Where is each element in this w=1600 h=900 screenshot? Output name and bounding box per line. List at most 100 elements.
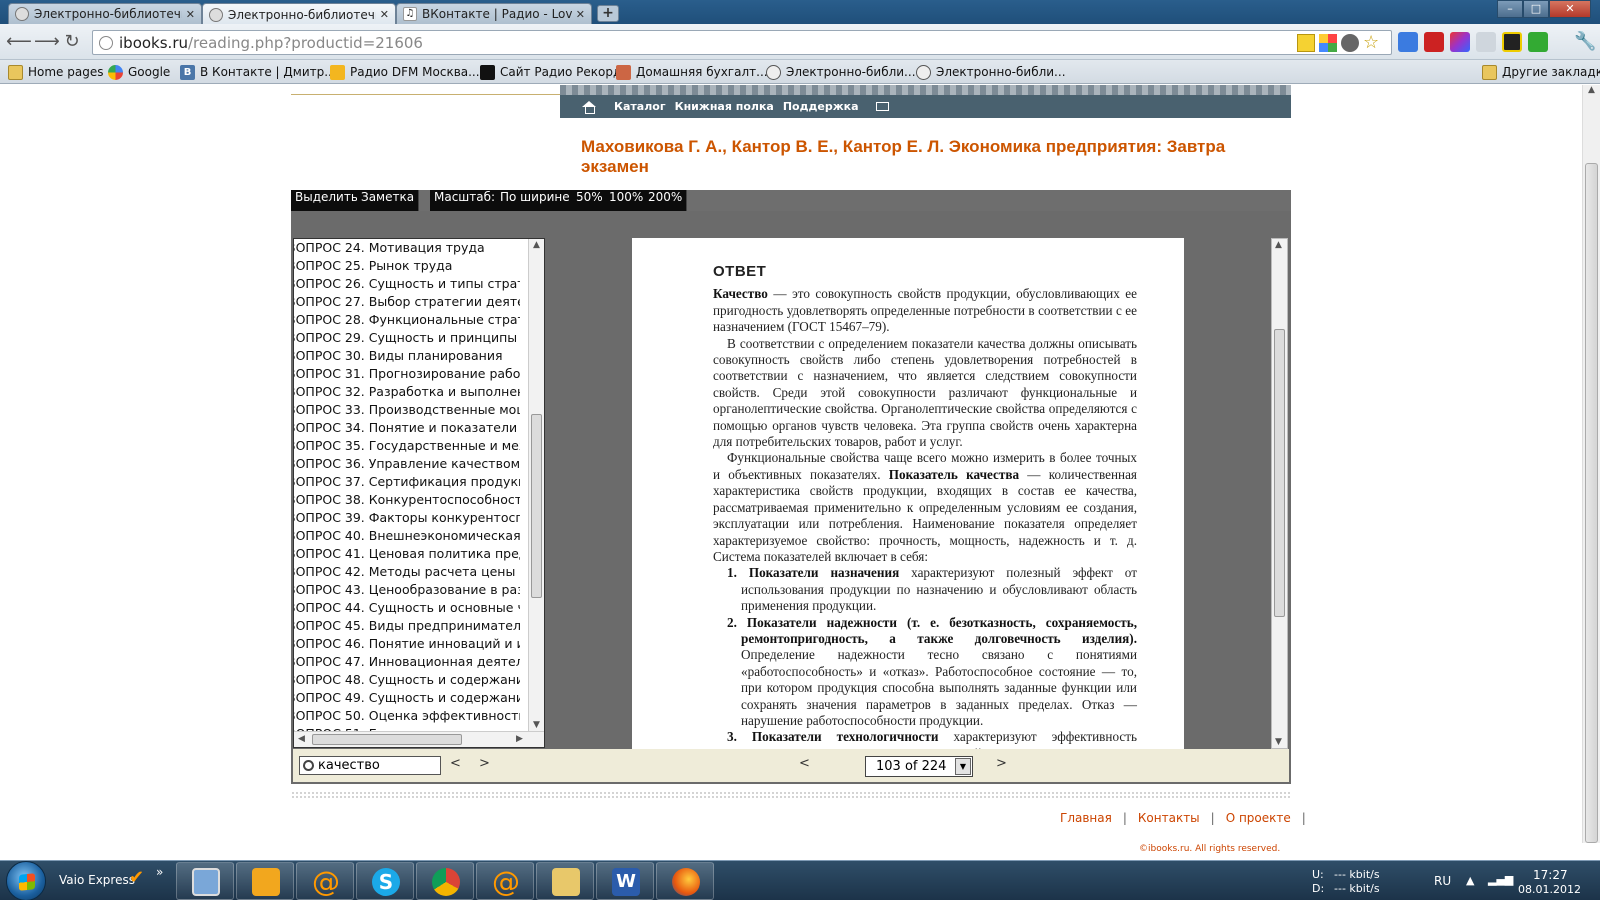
toc-item[interactable]: ВОПРОС 47. Инновационная деятельность (294, 653, 520, 671)
tab-ebs-2[interactable]: Электронно-библиотечна ✕ (202, 3, 396, 25)
scroll-up-icon[interactable]: ▲ (1275, 240, 1282, 250)
scroll-up-icon[interactable]: ▲ (533, 240, 540, 250)
minimize-button[interactable]: – (1497, 0, 1523, 18)
toolbar-more-button[interactable]: » (156, 865, 163, 879)
toc-item[interactable]: ВОПРОС 45. Виды предпринимательства (294, 617, 520, 635)
taskbar-firefox[interactable] (656, 862, 714, 900)
select-button[interactable]: Выделить (291, 190, 363, 211)
chevron-down-icon[interactable]: ▼ (955, 758, 971, 775)
toc-item[interactable]: ВОПРОС 46. Понятие инноваций и их (294, 635, 520, 653)
zoom-50[interactable]: 50% (572, 190, 608, 211)
footer-about-link[interactable]: О проекте (1226, 811, 1291, 825)
toc-item[interactable]: ВОПРОС 44. Сущность и основные черты (294, 599, 520, 617)
scroll-right-icon[interactable]: ▶ (516, 734, 523, 744)
toc-item[interactable]: ВОПРОС 48. Сущность и содержание (294, 671, 520, 689)
browser-scroll-thumb[interactable] (1585, 163, 1598, 843)
google-extension-icon[interactable] (1398, 32, 1418, 52)
toc-item[interactable]: ВОПРОС 42. Методы расчета цены (294, 563, 520, 581)
mail-icon[interactable] (875, 102, 889, 111)
colorful-extension-icon[interactable] (1450, 32, 1470, 52)
toc-item[interactable]: ВОПРОС 31. Прогнозирование работы (294, 365, 520, 383)
bookmark-google[interactable]: Google (108, 63, 170, 81)
footer-contacts-link[interactable]: Контакты (1138, 811, 1200, 825)
other-bookmarks[interactable]: Другие закладки (1482, 63, 1600, 81)
browser-vertical-scrollbar[interactable]: ▲ (1582, 85, 1600, 843)
tab-vk-radio[interactable]: ♫ ВКонтакте | Радио - Love ✕ (396, 3, 592, 24)
search-next-button[interactable]: > (479, 756, 490, 771)
signal-extension-icon[interactable] (1476, 32, 1496, 52)
toc-item[interactable]: ВОПРОС 24. Мотивация труда (294, 239, 520, 257)
toc-scroll-thumb[interactable] (531, 414, 542, 598)
toc-item[interactable]: ВОПРОС 37. Сертификация продукции (294, 473, 520, 491)
sticky-note-icon[interactable] (1297, 34, 1315, 52)
bookmark-ebs-1[interactable]: Электронно-библи... (766, 63, 916, 81)
close-window-button[interactable]: ✕ (1549, 0, 1591, 18)
toc-item[interactable]: ВОПРОС 40. Внешнеэкономическая деятельно… (294, 527, 520, 545)
forward-button[interactable]: ⟶ (34, 32, 60, 52)
toc-item[interactable]: ВОПРОС 25. Рынок труда (294, 257, 520, 275)
bookmark-dfm[interactable]: Радио DFM Москва... (330, 63, 480, 81)
page-selector[interactable]: 103 of 224 ▼ (865, 756, 973, 777)
home-icon[interactable] (582, 100, 596, 114)
toolbar-user-label[interactable]: Vaio Express (59, 873, 135, 887)
language-indicator[interactable]: RU (1434, 874, 1451, 888)
taskbar-chrome[interactable] (416, 862, 474, 900)
toc-item[interactable]: ВОПРОС 41. Ценовая политика предприятия (294, 545, 520, 563)
bookmark-vk[interactable]: BВ Контакте | Дмитр... (180, 63, 336, 81)
note-button[interactable]: Заметка (357, 190, 420, 211)
bookmark-home-accounting[interactable]: Домашняя бухгалт... (616, 63, 768, 81)
toc-vertical-scrollbar[interactable]: ▲ ▼ (528, 239, 544, 731)
page-info-icon[interactable] (99, 35, 113, 50)
lightbulb-icon[interactable] (1341, 34, 1359, 52)
nav-catalog[interactable]: Каталог (614, 100, 666, 113)
nav-support[interactable]: Поддержка (783, 100, 859, 113)
page-scrollbar[interactable]: ▲ ▼ (1271, 238, 1288, 749)
toc-item[interactable]: ВОПРОС 33. Производственные мощности (294, 401, 520, 419)
bookmark-extension-icon[interactable] (1424, 32, 1444, 52)
wrench-menu-icon[interactable]: 🔧 (1574, 32, 1596, 52)
scroll-down-icon[interactable]: ▼ (1275, 737, 1282, 747)
toc-item[interactable]: ВОПРОС 43. Ценообразование в различных (294, 581, 520, 599)
bookmark-record[interactable]: Сайт Радио Рекорд (480, 63, 621, 81)
mail-extension-icon[interactable] (1502, 32, 1522, 52)
zoom-fit-width[interactable]: По ширине (496, 190, 575, 211)
taskbar-mail-agent-2[interactable]: @ (476, 862, 534, 900)
tab-close-icon[interactable]: ✕ (186, 8, 195, 21)
taskbar-mail-agent[interactable]: @ (296, 862, 354, 900)
taskbar-word[interactable]: W (596, 862, 654, 900)
page-prev-button[interactable]: < (799, 756, 810, 771)
taskbar-notebook[interactable] (236, 862, 294, 900)
toc-item[interactable]: ВОПРОС 30. Виды планирования (294, 347, 520, 365)
page-next-button[interactable]: > (996, 756, 1007, 771)
zoom-200[interactable]: 200% (644, 190, 688, 211)
toc-item[interactable]: ВОПРОС 38. Конкурентоспособность продукц… (294, 491, 520, 509)
page-scroll-thumb[interactable] (1274, 329, 1285, 617)
bookmark-ebs-2[interactable]: Электронно-библи... (916, 63, 1066, 81)
tray-expand-icon[interactable]: ▲ (1466, 874, 1474, 887)
reload-button[interactable]: ↻ (62, 32, 82, 52)
toc-item[interactable]: ВОПРОС 35. Государственные и международн… (294, 437, 520, 455)
toc-item[interactable]: ВОПРОС 49. Сущность и содержание (294, 689, 520, 707)
scroll-down-icon[interactable]: ▼ (533, 720, 540, 730)
toc-item[interactable]: ВОПРОС 34. Понятие и показатели качества (294, 419, 520, 437)
back-button[interactable]: ⟵ (6, 32, 32, 52)
search-input[interactable]: качество (299, 756, 441, 775)
toc-item[interactable]: ВОПРОС 50. Оценка эффективности и (294, 707, 520, 725)
start-button[interactable] (6, 861, 46, 900)
maximize-button[interactable]: □ (1523, 0, 1549, 18)
tab-close-icon[interactable]: ✕ (576, 8, 585, 21)
taskbar-skype[interactable]: S (356, 862, 414, 900)
toc-item[interactable]: ВОПРОС 26. Сущность и типы стратегий (294, 275, 520, 293)
star-icon[interactable]: ☆ (1363, 34, 1381, 52)
extension-icon[interactable] (1319, 34, 1337, 52)
toc-item[interactable]: ВОПРОС 39. Факторы конкурентоспособности (294, 509, 520, 527)
network-signal-icon[interactable]: ▂▄▆ (1488, 873, 1513, 886)
toc-horizontal-scrollbar[interactable]: ◀ ▶ (294, 731, 544, 747)
toc-item[interactable]: ВОПРОС 27. Выбор стратегии деятельности (294, 293, 520, 311)
taskbar-explorer[interactable] (536, 862, 594, 900)
address-bar[interactable]: ibooks.ru/reading.php?productid=21606 ☆ (92, 30, 1392, 55)
clock-time[interactable]: 17:27 (1533, 868, 1568, 882)
scroll-up-icon[interactable]: ▲ (1583, 85, 1600, 101)
toc-item[interactable]: ВОПРОС 32. Разработка и выполнение плана (294, 383, 520, 401)
green-extension-icon[interactable] (1528, 32, 1548, 52)
